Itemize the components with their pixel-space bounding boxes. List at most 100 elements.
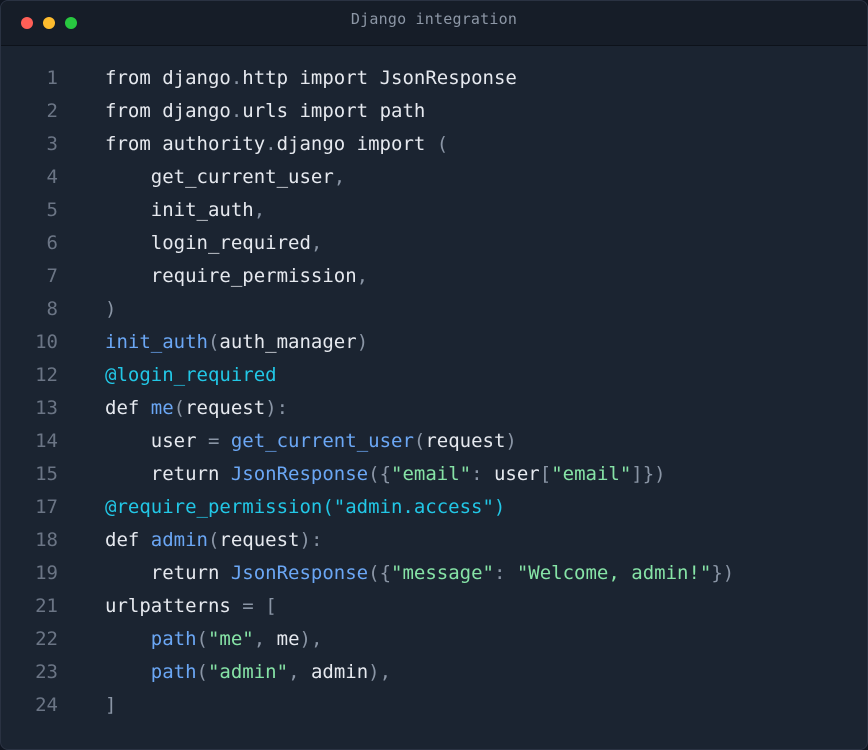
code-token: @login_required [105,364,277,386]
code-token: : [493,562,517,584]
code-line: 19 return JsonResponse({"message": "Welc… [1,557,867,590]
line-number: 2 [46,100,58,122]
code-text: @require_permission("admin.access") [105,491,505,524]
code-text: init_auth, [105,194,265,227]
code-text: init_auth(auth_manager) [105,326,368,359]
code-token: "admin" [207,661,289,683]
code-token: def [105,397,151,419]
code-text: from django.http import JsonResponse [105,62,517,95]
code-line: 24] [1,689,867,722]
code-token: ]}) [631,463,666,485]
code-text: ] [105,689,116,722]
code-token: ( [196,628,208,650]
code-token: [ [539,463,552,485]
code-token: ) [105,298,117,320]
code-token: , [253,628,277,650]
code-line: 18 def admin(request): [1,524,867,557]
code-text: from authority.django import ( [105,128,448,161]
code-text: return JsonResponse({"email": user["emai… [105,458,666,491]
code-text: get_current_user, [105,161,345,194]
line-number: 4 [46,166,58,188]
code-token: "message" [391,562,494,584]
code-text: @login_required [105,359,277,392]
line-number: 6 [46,232,58,254]
code-token: ( [436,133,449,155]
window-title: Django integration [350,10,518,28]
code-token: ] [105,694,117,716]
code-window: Django integration 1 from django.http imp… [0,0,868,750]
code-token: ), [368,661,392,683]
code-line: 3 from authority.django import ( [1,128,867,161]
code-token: ) [505,430,517,452]
code-token: return [105,463,231,485]
code-line: 5 init_auth, [1,194,867,227]
code-token: . [230,100,243,122]
code-token: , [333,166,346,188]
code-token: from django [105,100,231,122]
line-number: 17 [35,496,58,518]
code-token: request [219,529,300,551]
line-number: 3 [46,133,58,155]
code-token: : [471,463,494,485]
line-number: 18 [35,529,58,551]
line-number: 8 [46,298,58,320]
code-token: ): [265,397,289,419]
code-token: ( [207,331,220,353]
code-token: "Welcome, admin!" [516,562,712,584]
line-number: 12 [35,364,58,386]
code-line: 15 return JsonResponse({"email": user["e… [1,458,867,491]
code-token: "me" [207,628,254,650]
code-token: user [105,430,208,452]
code-token: return [105,562,231,584]
code-token: urlpatterns [105,595,243,617]
line-number: 24 [35,694,58,716]
code-token: ( [207,529,220,551]
code-token: @require_permission("admin.access") [105,496,506,518]
title-bar: Django integration [1,1,867,46]
code-token: request [185,397,266,419]
line-number: 10 [35,331,58,353]
code-text: def admin(request): [105,524,322,557]
code-text: path("admin", admin), [105,656,391,689]
code-line: 22 path("me", me), [1,623,867,656]
code-line: 6 login_required, [1,227,867,260]
code-line: 12 @login_required [1,359,867,392]
code-token: "email" [551,463,632,485]
code-text: user = get_current_user(request) [105,425,517,458]
code-token: = [242,595,254,617]
line-number: 21 [35,595,58,617]
code-token: ({ [368,562,392,584]
code-token: JsonResponse [230,562,369,584]
code-token: require_permission [105,265,357,287]
code-token: , [253,199,266,221]
code-token: login_required [105,232,311,254]
code-token: get_current_user [230,430,414,452]
code-token: }) [711,562,735,584]
code-line: 7 require_permission, [1,260,867,293]
code-line: 23 path("admin", admin), [1,656,867,689]
code-line: 2 from django.urls import path [1,95,867,128]
code-text: login_required, [105,227,323,260]
code-token: init_auth [105,199,254,221]
code-token: user [493,463,540,485]
code-token: from django [105,67,231,89]
code-token: [ [265,595,277,617]
line-number: 14 [35,430,58,452]
code-line: 21 urlpatterns = [ [1,590,867,623]
code-token: django import [276,133,437,155]
code-line: 8) [1,293,867,326]
code-token: from authority [105,133,266,155]
code-token: ( [413,430,426,452]
code-token: "email" [391,463,472,485]
line-number: 13 [35,397,58,419]
code-token: ) [356,331,369,353]
code-text: urlpatterns = [ [105,590,277,623]
code-block: 1 from django.http import JsonResponse 2 fr… [1,62,867,722]
code-line: 1 from django.http import JsonResponse [1,62,867,95]
code-text: ) [105,293,116,326]
code-text: def me(request): [105,392,288,425]
code-token: . [265,133,277,155]
code-token: path [150,661,197,683]
